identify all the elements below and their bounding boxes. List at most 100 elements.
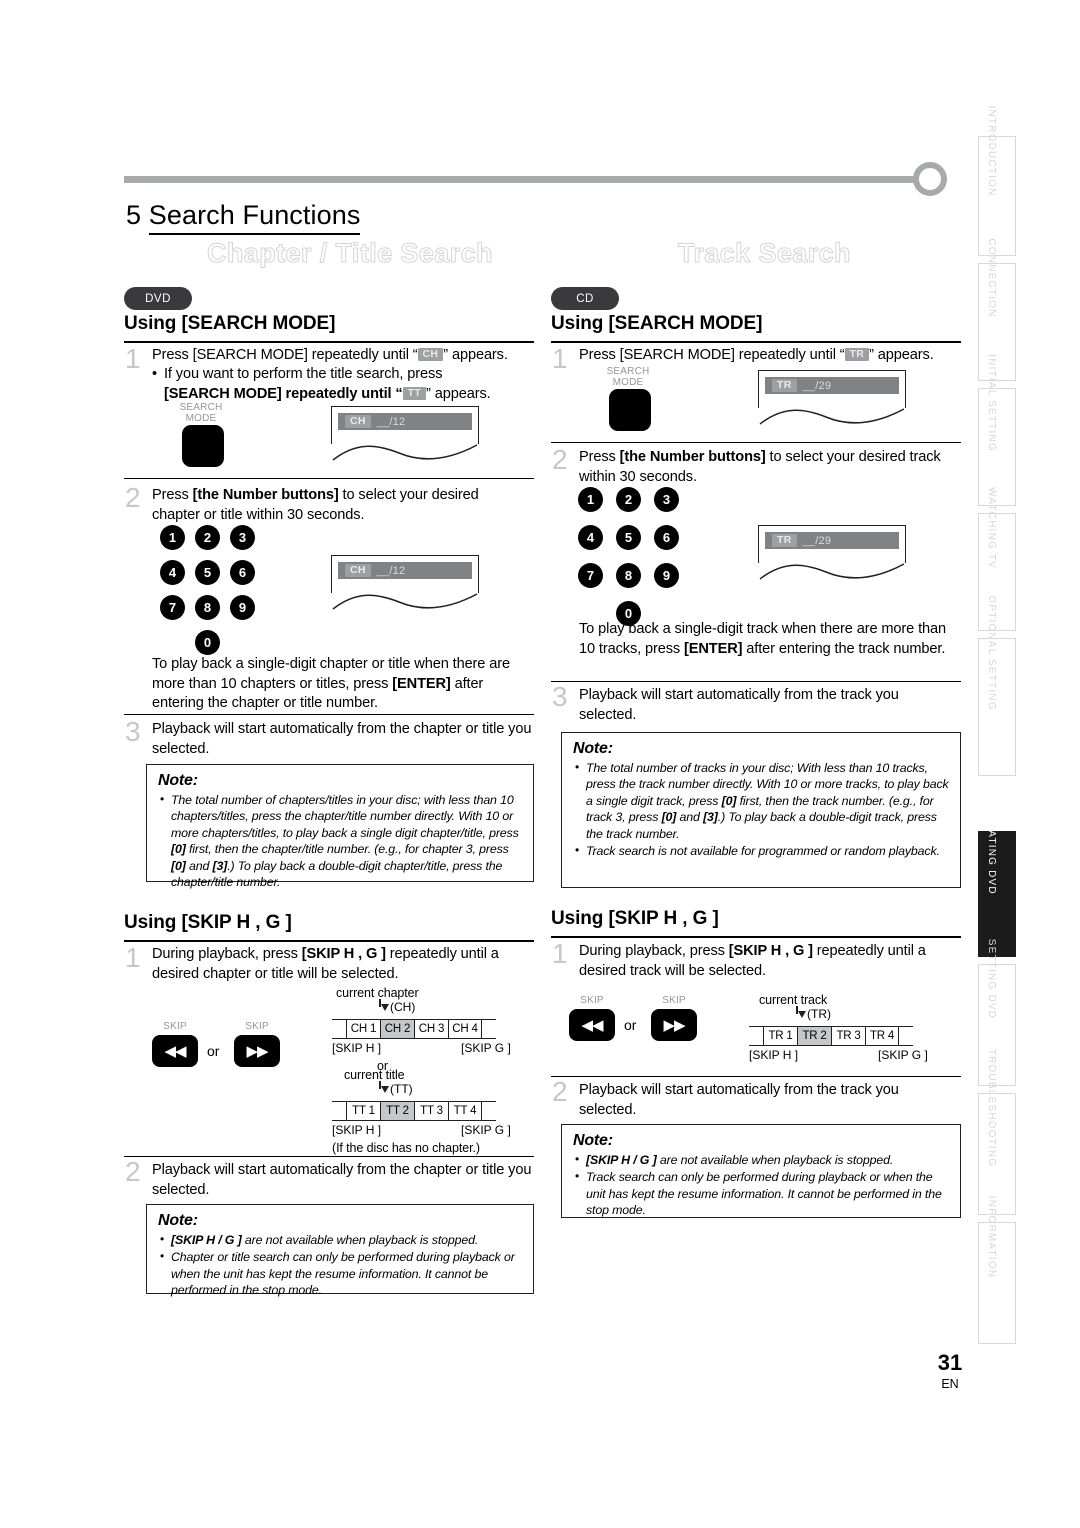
number-key-5[interactable]: 5 — [195, 560, 220, 585]
number-key-3[interactable]: 3 — [654, 487, 679, 512]
osd-chip-tt-icon: TT — [402, 386, 427, 400]
strip-cell: TR 1 — [763, 1027, 797, 1045]
strip-cell: CH 4 — [448, 1020, 482, 1038]
rule — [551, 1076, 961, 1077]
note-box-left-2: Note: [SKIP H / G ] are not available wh… — [146, 1204, 534, 1297]
osd-value: __/29 — [802, 379, 832, 392]
side-tab-label: INITIAL SETTING — [986, 354, 997, 452]
remote-search-mode-button-left[interactable] — [182, 425, 224, 467]
strip-cells: TR 1 TR 2 TR 3 TR 4 — [749, 1026, 913, 1046]
step-number: 2 — [125, 482, 141, 513]
number-key-1[interactable]: 1 — [160, 525, 185, 550]
strip-cell: TT 1 — [346, 1102, 380, 1120]
note-list: [SKIP H / G ] are not available when pla… — [158, 1231, 523, 1299]
page-title: 5 Search Functions — [126, 200, 361, 235]
remote-skip-prev-button-left[interactable]: ◀◀ — [152, 1035, 198, 1067]
strip-marker: (TT) — [390, 1082, 413, 1096]
strip-cell: TT 3 — [414, 1102, 448, 1120]
strip-caption: current title — [344, 1068, 405, 1082]
strip-skip-left: [SKIP H ] — [749, 1048, 799, 1062]
rule — [551, 442, 961, 443]
remote-skip-next-button-right[interactable]: ▶▶ — [651, 1009, 697, 1041]
step-3-text-right: Playback will start automatically from t… — [579, 687, 899, 723]
side-tab-operating-dvd[interactable]: OPERATING DVD — [978, 797, 1016, 957]
strip-cell-current: CH 2 — [380, 1020, 414, 1038]
note-list: The total number of chapters/titles in y… — [158, 791, 523, 890]
side-tab-watching-tv[interactable]: WATCHING TV — [978, 487, 1016, 631]
number-key-0[interactable]: 0 — [195, 630, 220, 655]
or-label-right: or — [624, 1017, 637, 1033]
manual-page: 5 Search Functions Chapter / Title Searc… — [0, 0, 1080, 1528]
side-tab-connection[interactable]: CONNECTION — [978, 238, 1016, 381]
remote-search-mode-button-right[interactable] — [609, 389, 651, 431]
side-tab-optional-setting[interactable]: OPTIONAL SETTING — [978, 595, 1016, 776]
number-key-5[interactable]: 5 — [616, 525, 641, 550]
side-tab-label: CONNECTION — [986, 238, 997, 318]
arrow-stem — [796, 1006, 798, 1014]
number-key-9[interactable]: 9 — [654, 563, 679, 588]
strip-cell: TT 4 — [448, 1102, 482, 1120]
step-2-trailing-right: To play back a single-digit track when t… — [579, 621, 946, 657]
strip-marker: (CH) — [390, 1000, 416, 1014]
note-list: [SKIP H / G ] are not available when pla… — [573, 1151, 950, 1219]
skip-step-2-text-left: Playback will start automatically from t… — [152, 1162, 532, 1198]
step-1-bullet-left: • If you want to perform the title search… — [152, 366, 491, 402]
remote-skip-prev-button-right[interactable]: ◀◀ — [569, 1009, 615, 1041]
number-key-1[interactable]: 1 — [578, 487, 603, 512]
strip-cell-current: TT 2 — [380, 1102, 414, 1120]
strip-skip-left: [SKIP H ] — [332, 1123, 382, 1137]
rule — [551, 681, 961, 682]
number-key-2[interactable]: 2 — [195, 525, 220, 550]
number-key-8[interactable]: 8 — [195, 595, 220, 620]
note-list: The total number of tracks in your disc;… — [573, 759, 950, 859]
step-3-text-left: Playback will start automatically from t… — [152, 721, 532, 757]
osd-chip-tr-icon: TR — [772, 379, 797, 392]
remote-search-mode-label-right: SEARCH MODE — [606, 366, 650, 388]
number-key-7[interactable]: 7 — [578, 563, 603, 588]
rule — [124, 341, 534, 343]
osd-chip-tr-icon: TR — [844, 348, 870, 361]
note-box-right-1: Note: The total number of tracks in your… — [561, 732, 961, 888]
number-key-3[interactable]: 3 — [230, 525, 255, 550]
strip-skip-right: [SKIP G ] — [461, 1041, 511, 1055]
side-tab-setting-dvd[interactable]: SETTING DVD — [978, 939, 1016, 1086]
side-tab-label: OPTIONAL SETTING — [986, 595, 997, 711]
remote-search-mode-label-left: SEARCH MODE — [179, 402, 223, 424]
strip-marker: (TR) — [807, 1007, 831, 1021]
note-item: Chapter or title search can only be perf… — [160, 1248, 523, 1298]
note-box-left-1: Note: The total number of chapters/title… — [146, 764, 534, 889]
skip-step-2-text-right: Playback will start automatically from t… — [579, 1082, 899, 1118]
number-key-6[interactable]: 6 — [230, 560, 255, 585]
strip-skip-left: [SKIP H ] — [332, 1041, 382, 1055]
section-title-track-search: Track Search — [678, 238, 852, 269]
step-2-trailing-left: To play back a single-digit chapter or t… — [152, 656, 510, 711]
number-key-6[interactable]: 6 — [654, 525, 679, 550]
number-key-8[interactable]: 8 — [616, 563, 641, 588]
note-box-right-2: Note: [SKIP H / G ] are not available wh… — [561, 1124, 961, 1218]
number-key-7[interactable]: 7 — [160, 595, 185, 620]
note-item: The total number of tracks in your disc;… — [575, 759, 950, 842]
number-key-9[interactable]: 9 — [230, 595, 255, 620]
down-arrow-icon — [381, 1004, 389, 1011]
osd-panel-tr-1: TR __/29 — [758, 370, 908, 425]
skip-step-1-text-right: During playback, press [SKIP H , G ] rep… — [579, 943, 926, 979]
osd-chip-ch-icon: CH — [417, 348, 444, 361]
torn-edge-icon — [332, 593, 478, 610]
disc-badge-cd: CD — [551, 287, 619, 310]
side-tab-label: WATCHING TV — [986, 487, 997, 569]
number-key-4[interactable]: 4 — [578, 525, 603, 550]
number-key-4[interactable]: 4 — [160, 560, 185, 585]
side-tab-label: TROUBLESHOOTING — [986, 1048, 997, 1168]
side-tab-introduction[interactable]: INTRODUCTION — [978, 105, 1016, 256]
number-key-2[interactable]: 2 — [616, 487, 641, 512]
step-number: 2 — [125, 1156, 141, 1187]
side-tab-initial-setting[interactable]: INITIAL SETTING — [978, 354, 1016, 506]
remote-skip-next-button-left[interactable]: ▶▶ — [234, 1035, 280, 1067]
strip-cells: CH 1 CH 2 CH 3 CH 4 — [332, 1019, 496, 1039]
strip-cell: CH 3 — [414, 1020, 448, 1038]
heading-using-search-mode-right: Using [SEARCH MODE] — [551, 313, 763, 334]
note-item: [SKIP H / G ] are not available when pla… — [160, 1231, 523, 1248]
side-tab-troubleshooting[interactable]: TROUBLESHOOTING — [978, 1049, 1016, 1215]
side-tab-information[interactable]: INFORMATION — [978, 1196, 1016, 1344]
osd-chip-tr-icon: TR — [772, 534, 797, 547]
